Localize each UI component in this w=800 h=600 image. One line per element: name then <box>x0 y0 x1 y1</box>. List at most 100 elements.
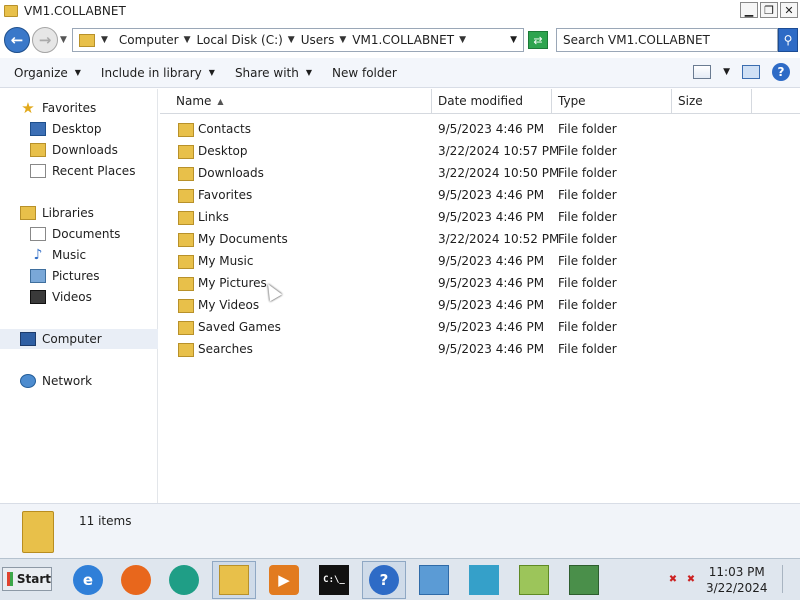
nav-network[interactable]: Network <box>20 371 92 391</box>
help-support-icon: ? <box>369 565 399 595</box>
notepad-button[interactable] <box>512 561 556 599</box>
breadcrumb-users[interactable]: Users ▼ <box>301 33 347 47</box>
star-icon: ★ <box>21 99 35 117</box>
firefox-button[interactable] <box>114 561 158 599</box>
remote-desktop-button[interactable] <box>562 561 606 599</box>
taskbar: Start e ▶ C:\_ ? ✖ ✖ 11:03 PM 3/22/2024 <box>0 558 800 600</box>
table-row[interactable]: Searches 9/5/2023 4:46 PM File folder <box>160 339 800 361</box>
table-row[interactable]: My Music 9/5/2023 4:46 PM File folder <box>160 251 800 273</box>
search-input[interactable]: Search VM1.COLLABNET <box>556 28 778 52</box>
help-support-button[interactable]: ? <box>362 561 406 599</box>
nav-recent-places[interactable]: Recent Places <box>30 161 135 181</box>
breadcrumb-local-disk[interactable]: Local Disk (C:) ▼ <box>197 33 295 47</box>
file-name: Searches <box>198 342 253 356</box>
search-icon[interactable]: ⚲ <box>778 28 798 52</box>
clock-time: 11:03 PM <box>708 564 765 579</box>
file-name: My Music <box>198 254 254 268</box>
change-view-icon[interactable] <box>693 65 712 79</box>
file-date: 9/5/2023 4:46 PM <box>438 276 545 290</box>
table-row[interactable]: My Videos 9/5/2023 4:46 PM File folder <box>160 295 800 317</box>
breadcrumb-root-arrow[interactable]: ▼ <box>101 35 113 45</box>
control-panel-button[interactable] <box>412 561 456 599</box>
column-size[interactable]: Size <box>672 89 752 113</box>
nav-libraries[interactable]: Libraries <box>20 203 94 223</box>
nav-computer[interactable]: Computer <box>0 329 158 349</box>
table-row[interactable]: Desktop 3/22/2024 10:57 PM File folder <box>160 141 800 163</box>
edge-button[interactable] <box>162 561 206 599</box>
file-name: My Documents <box>198 232 288 246</box>
registry-editor-icon <box>469 565 499 595</box>
table-row[interactable]: Links 9/5/2023 4:46 PM File folder <box>160 207 800 229</box>
include-in-library-menu[interactable]: Include in library ▼ <box>101 66 215 80</box>
minimize-button[interactable]: ▁ <box>740 2 758 18</box>
firefox-icon <box>121 565 151 595</box>
view-options-dropdown[interactable]: ▼ <box>723 67 730 77</box>
table-row[interactable]: Favorites 9/5/2023 4:46 PM File folder <box>160 185 800 207</box>
nav-documents[interactable]: Documents <box>30 224 120 244</box>
preview-pane-icon[interactable] <box>742 65 760 79</box>
clock[interactable]: 11:03 PM 3/22/2024 <box>706 564 768 596</box>
command-prompt-button[interactable]: C:\_ <box>312 561 356 599</box>
file-date: 3/22/2024 10:52 PM <box>438 232 560 246</box>
refresh-button[interactable]: ⇄ <box>528 31 548 49</box>
column-date-modified[interactable]: Date modified <box>432 89 552 113</box>
nav-music[interactable]: ♪ Music <box>30 245 87 265</box>
file-type: File folder <box>558 276 617 290</box>
nav-pictures[interactable]: Pictures <box>30 266 100 286</box>
file-explorer-button[interactable] <box>212 561 256 599</box>
nav-videos[interactable]: Videos <box>30 287 92 307</box>
title-bar: VM1.COLLABNET ▁ ❐ ✕ <box>0 0 800 22</box>
breadcrumb-computer[interactable]: Computer ▼ <box>119 33 191 47</box>
internet-explorer-icon: e <box>73 565 103 595</box>
close-button[interactable]: ✕ <box>780 2 798 18</box>
volume-icon[interactable]: ✖ <box>684 573 698 587</box>
details-pane: 11 items <box>0 503 800 558</box>
address-bar[interactable]: ▼ Computer ▼ Local Disk (C:) ▼ Users ▼ VM1.… <box>72 28 524 52</box>
saved-games-folder-icon <box>178 321 194 335</box>
back-button[interactable]: ← <box>4 27 30 53</box>
table-row[interactable]: My Pictures 9/5/2023 4:46 PM File folder <box>160 273 800 295</box>
start-button[interactable]: Start <box>2 567 52 591</box>
command-bar: Organize ▼ Include in library ▼ Share with… <box>0 58 800 88</box>
file-name: My Pictures <box>198 276 267 290</box>
table-row[interactable]: Downloads 3/22/2024 10:50 PM File folder <box>160 163 800 185</box>
maximize-button[interactable]: ❐ <box>760 2 778 18</box>
file-list: Name ▲ Date modified Type Size Contacts 9… <box>160 89 800 503</box>
file-date: 3/22/2024 10:57 PM <box>438 144 560 158</box>
organize-menu[interactable]: Organize ▼ <box>14 66 81 80</box>
file-date: 9/5/2023 4:46 PM <box>438 122 545 136</box>
file-date: 9/5/2023 4:46 PM <box>438 210 545 224</box>
media-player-button[interactable]: ▶ <box>262 561 306 599</box>
control-panel-icon <box>419 565 449 595</box>
help-icon[interactable]: ? <box>772 63 790 81</box>
registry-editor-button[interactable] <box>462 561 506 599</box>
column-header-row: Name ▲ Date modified Type Size <box>160 89 800 114</box>
nav-favorites[interactable]: ★ Favorites <box>20 98 96 118</box>
documents-icon <box>30 227 46 241</box>
share-with-menu[interactable]: Share with ▼ <box>235 66 312 80</box>
nav-downloads[interactable]: Downloads <box>30 140 118 160</box>
file-name: Contacts <box>198 122 251 136</box>
recent-pages-dropdown[interactable]: ▼ <box>60 35 67 45</box>
nav-desktop[interactable]: Desktop <box>30 119 102 139</box>
file-date: 9/5/2023 4:46 PM <box>438 254 545 268</box>
network-status-icon[interactable]: ✖ <box>666 573 680 587</box>
file-type: File folder <box>558 188 617 202</box>
column-name[interactable]: Name ▲ <box>170 89 432 113</box>
address-dropdown[interactable]: ▼ <box>510 35 517 45</box>
table-row[interactable]: Saved Games 9/5/2023 4:46 PM File folder <box>160 317 800 339</box>
my-documents-folder-icon <box>178 233 194 247</box>
recent-places-icon <box>30 164 46 178</box>
breadcrumb-current[interactable]: VM1.COLLABNET ▼ <box>352 33 466 47</box>
address-row: ← → ▼ ▼ Computer ▼ Local Disk (C:) ▼ Users… <box>0 22 800 58</box>
show-desktop-button[interactable] <box>782 565 800 593</box>
table-row[interactable]: Contacts 9/5/2023 4:46 PM File folder <box>160 119 800 141</box>
new-folder-button[interactable]: New folder <box>332 66 397 80</box>
file-date: 9/5/2023 4:46 PM <box>438 342 545 356</box>
my-music-folder-icon <box>178 255 194 269</box>
internet-explorer-button[interactable]: e <box>66 561 110 599</box>
forward-button[interactable]: → <box>32 27 58 53</box>
column-type[interactable]: Type <box>552 89 672 113</box>
table-row[interactable]: My Documents 3/22/2024 10:52 PM File fol… <box>160 229 800 251</box>
file-name: Downloads <box>198 166 264 180</box>
